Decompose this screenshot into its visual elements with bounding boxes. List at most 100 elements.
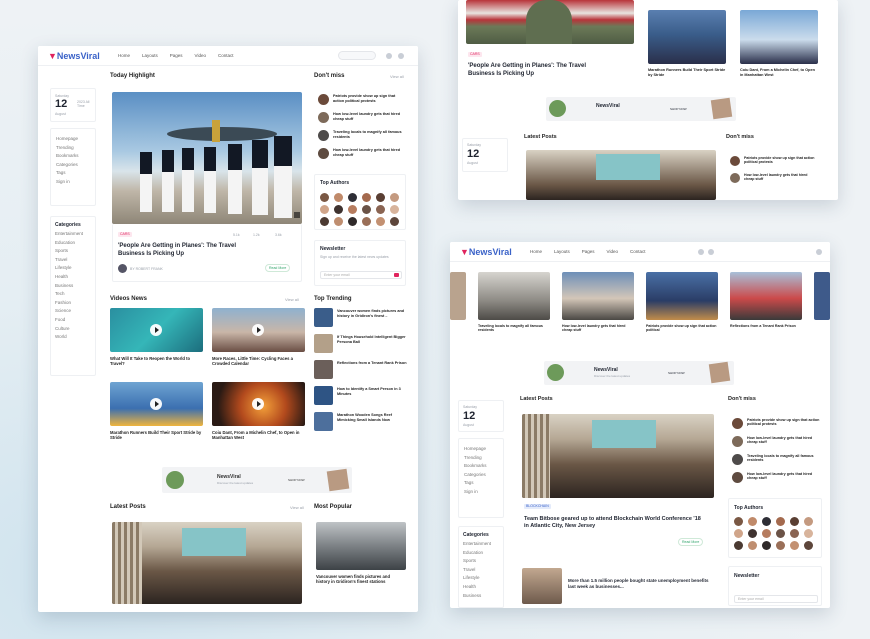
category-item[interactable]: Fashion <box>55 299 83 308</box>
latest-post-image[interactable] <box>112 522 302 604</box>
nav-pages[interactable]: Pages <box>170 53 183 58</box>
soldier-image[interactable] <box>466 0 634 44</box>
highlight-image[interactable] <box>112 92 302 224</box>
category-item[interactable]: Education <box>55 239 83 248</box>
author-avatar[interactable] <box>334 193 343 202</box>
video-title[interactable]: Marathon Runners Build Their Sport Strid… <box>110 430 203 440</box>
nav-layouts[interactable]: Layouts <box>142 53 158 58</box>
sidebar-item-homepage[interactable]: Homepage <box>56 135 79 144</box>
author-avatar[interactable] <box>376 193 385 202</box>
author-avatar[interactable] <box>762 529 771 538</box>
trending-item[interactable]: Vancouver women finds pictures and histo… <box>337 309 407 318</box>
nav-video[interactable]: Video <box>195 53 206 58</box>
author-avatar[interactable] <box>790 541 799 550</box>
search-input[interactable] <box>338 51 376 60</box>
sidebar-item-signin[interactable]: Sign in <box>464 488 487 497</box>
author-avatar[interactable] <box>362 205 371 214</box>
dont-miss-item[interactable]: How low-level laundry gets that hired ch… <box>744 173 816 181</box>
user-icon[interactable] <box>386 53 392 59</box>
author-avatar[interactable] <box>320 217 329 226</box>
category-item[interactable]: Lifestyle <box>463 574 491 583</box>
site-logo[interactable]: ▼NewsViral <box>460 247 512 257</box>
trending-thumb[interactable] <box>314 386 333 405</box>
author-avatar[interactable] <box>348 205 357 214</box>
sidebar-item-bookmarks[interactable]: Bookmarks <box>56 152 79 161</box>
nav-contact[interactable]: Contact <box>630 249 646 254</box>
author-avatar[interactable] <box>804 517 813 526</box>
trending-thumb[interactable] <box>314 412 333 431</box>
category-item[interactable]: Travel <box>463 566 491 575</box>
w3-main-title[interactable]: Team Bitbose geared up to attend Blockch… <box>524 516 704 530</box>
dont-miss-item[interactable]: How low-level laundry gets that hired ch… <box>747 436 821 445</box>
trending-item[interactable]: If Things Household Intelligent Bigger P… <box>337 335 407 344</box>
category-item[interactable]: Education <box>463 549 491 558</box>
play-icon[interactable] <box>150 324 162 336</box>
read-more-button[interactable]: Read More <box>265 264 291 272</box>
category-item[interactable]: Science <box>55 307 83 316</box>
w2-latest-image[interactable] <box>526 150 716 200</box>
read-more-button[interactable]: Read More <box>678 538 704 546</box>
dont-miss-item[interactable]: Traveling locals to magnify all famous r… <box>333 130 405 139</box>
menu-icon[interactable] <box>398 53 404 59</box>
latest-view-all[interactable]: View all <box>290 505 304 510</box>
video-thumb-marathon[interactable] <box>110 382 203 426</box>
author-avatar[interactable] <box>734 529 743 538</box>
author-avatar[interactable] <box>320 193 329 202</box>
sidebar-item-tags[interactable]: Tags <box>56 169 79 178</box>
w3-second-title[interactable]: More than 1.5 million people bought stat… <box>568 578 714 589</box>
w2-ad-banner[interactable]: NewsViral SHOP NOW <box>546 97 736 121</box>
trending-item[interactable]: Marathon Wooden Songs Reef Mimicking Sma… <box>337 413 407 422</box>
nav-home[interactable]: Home <box>530 249 542 254</box>
category-item[interactable]: Entertainment <box>463 540 491 549</box>
category-item[interactable]: Sports <box>55 247 83 256</box>
author-avatar[interactable] <box>734 517 743 526</box>
author-avatar[interactable] <box>804 529 813 538</box>
author-avatar[interactable] <box>762 541 771 550</box>
category-item[interactable]: Travel <box>55 256 83 265</box>
trending-thumb[interactable] <box>314 334 333 353</box>
w2-card-image[interactable] <box>740 10 818 64</box>
w2-card-title[interactable]: Marathon Runners Build Their Sport Strid… <box>648 68 726 77</box>
category-item[interactable]: Entertainment <box>55 230 83 239</box>
sidebar-item-signin[interactable]: Sign in <box>56 178 79 187</box>
video-title[interactable]: More Races, Little Time: Cycling Faces a… <box>212 356 305 366</box>
category-item[interactable]: World <box>55 333 83 342</box>
category-item[interactable]: Food <box>55 316 83 325</box>
author-avatar[interactable] <box>348 217 357 226</box>
author-avatar[interactable] <box>362 217 371 226</box>
strip-image[interactable] <box>478 272 550 320</box>
dont-miss-item[interactable]: How low-level laundry gets that hired ch… <box>333 148 405 157</box>
category-item[interactable]: Business <box>55 282 83 291</box>
author-avatar[interactable] <box>748 541 757 550</box>
strip-image[interactable] <box>730 272 802 320</box>
dont-miss-view-all[interactable]: View all <box>390 74 404 79</box>
author-avatar[interactable] <box>748 517 757 526</box>
user-icon[interactable] <box>708 249 714 255</box>
author-avatar[interactable] <box>790 517 799 526</box>
nav-layouts[interactable]: Layouts <box>554 249 570 254</box>
highlight-tag[interactable]: CARS <box>118 232 132 237</box>
author-avatar[interactable] <box>348 193 357 202</box>
trending-item[interactable]: How to Identify a Smart Person in 3 Minu… <box>337 387 407 396</box>
strip-image[interactable] <box>814 272 830 320</box>
menu-icon[interactable] <box>816 249 822 255</box>
dont-miss-item[interactable]: How low-level laundry gets that hired ch… <box>747 472 821 481</box>
author-avatar[interactable] <box>776 541 785 550</box>
category-item[interactable]: Health <box>463 583 491 592</box>
sidebar-item-categories[interactable]: Categories <box>56 161 79 170</box>
author-avatar[interactable] <box>776 517 785 526</box>
w3-ad-banner[interactable]: NewsViral Discover the latest updates SH… <box>544 361 734 385</box>
popular-image[interactable] <box>316 522 406 570</box>
author-avatar[interactable] <box>334 217 343 226</box>
category-item[interactable]: Culture <box>55 325 83 334</box>
category-item[interactable]: Lifestyle <box>55 264 83 273</box>
sidebar-item-trending[interactable]: Trending <box>56 144 79 153</box>
newsletter-email-input[interactable]: Enter your email <box>734 595 818 603</box>
trending-thumb[interactable] <box>314 308 333 327</box>
author-avatar[interactable] <box>390 193 399 202</box>
popular-title[interactable]: Vancouver women finds pictures and histo… <box>316 574 404 584</box>
w2-card-title[interactable]: Coiu Dant, From a Michelin Chef, to Open… <box>740 68 818 77</box>
video-thumb-cycling[interactable] <box>212 308 305 352</box>
category-item[interactable]: Sports <box>463 557 491 566</box>
w2-title[interactable]: 'People Are Getting in Planes': The Trav… <box>468 63 608 78</box>
